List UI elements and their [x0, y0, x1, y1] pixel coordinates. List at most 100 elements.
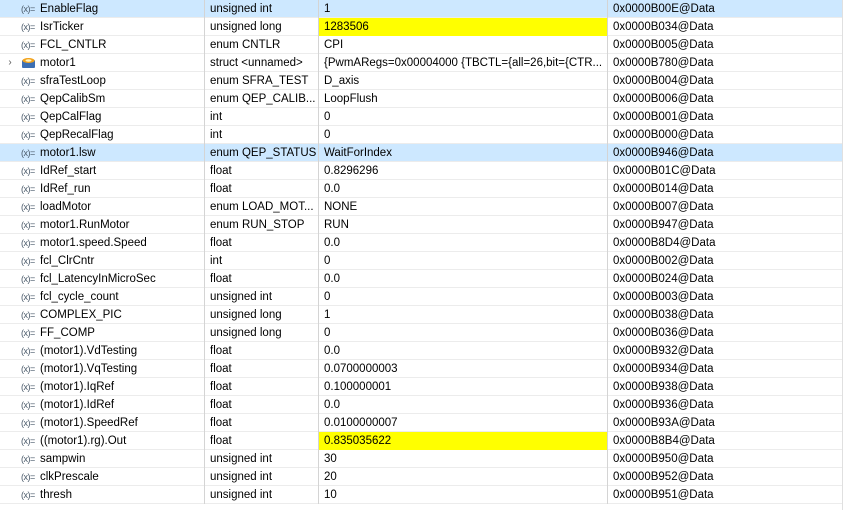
expression-value[interactable]: NONE: [319, 198, 607, 216]
expression-value-cell[interactable]: RUN: [319, 216, 608, 234]
expression-name-cell[interactable]: (x)= QepRecalFlag: [0, 126, 205, 144]
expression-row[interactable]: (x)= IdRef_start float 0.8296296 0x0000B01C@…: [0, 162, 843, 180]
expression-value-cell[interactable]: 1: [319, 306, 608, 324]
expression-value[interactable]: 0.835035622: [319, 432, 607, 450]
expression-value[interactable]: 0: [319, 288, 607, 306]
expression-value[interactable]: 0.0: [319, 180, 607, 198]
expression-value[interactable]: 0: [319, 126, 607, 144]
expression-name-cell[interactable]: (x)= IdRef_start: [0, 162, 205, 180]
expression-value[interactable]: WaitForIndex: [319, 144, 607, 162]
expression-name-cell[interactable]: (x)= COMPLEX_PIC: [0, 306, 205, 324]
expression-value[interactable]: 1283506: [319, 18, 607, 36]
expression-row[interactable]: (x)= motor1.speed.Speed float 0.0 0x0000B8D4…: [0, 234, 843, 252]
expression-value[interactable]: 0.0: [319, 396, 607, 414]
expression-name-cell[interactable]: (x)= thresh: [0, 486, 205, 504]
expression-row[interactable]: (x)= (motor1).IqRef float 0.100000001 0x0000…: [0, 378, 843, 396]
expression-name-cell[interactable]: (x)= QepCalFlag: [0, 108, 205, 126]
expression-name-cell[interactable]: (x)= (motor1).SpeedRef: [0, 414, 205, 432]
expression-name-cell[interactable]: (x)= clkPrescale: [0, 468, 205, 486]
expression-row[interactable]: (x)= FF_COMP unsigned long 0 0x0000B036@Data: [0, 324, 843, 342]
expression-value[interactable]: 0.0100000007: [319, 414, 607, 432]
expression-name-cell[interactable]: (x)= (motor1).IqRef: [0, 378, 205, 396]
expression-name-cell[interactable]: (x)= fcl_cycle_count: [0, 288, 205, 306]
expression-row[interactable]: (x)= clkPrescale unsigned int 20 0x0000B952@…: [0, 468, 843, 486]
expression-row[interactable]: (x)= fcl_LatencyInMicroSec float 0.0 0x0000B…: [0, 270, 843, 288]
expression-value[interactable]: 0.100000001: [319, 378, 607, 396]
expression-name-cell[interactable]: (x)= IsrTicker: [0, 18, 205, 36]
expression-value-cell[interactable]: 30: [319, 450, 608, 468]
expression-row[interactable]: (x)= thresh unsigned int 10 0x0000B951@Data: [0, 486, 843, 504]
expression-value[interactable]: {PwmARegs=0x00004000 {TBCTL={all=26,bit=…: [319, 54, 607, 72]
expression-value-cell[interactable]: 0.8296296: [319, 162, 608, 180]
expression-name-cell[interactable]: (x)= (motor1).VqTesting: [0, 360, 205, 378]
expression-value-cell[interactable]: 1: [319, 0, 608, 18]
expression-value-cell[interactable]: 0: [319, 108, 608, 126]
expression-name-cell[interactable]: (x)= FCL_CNTLR: [0, 36, 205, 54]
expression-row[interactable]: (x)= motor1.lsw enum QEP_STATUS WaitForInde…: [0, 144, 843, 162]
expression-row[interactable]: › motor1 struct <unnamed> {PwmARegs=0x00004…: [0, 54, 843, 72]
expression-name-cell[interactable]: (x)= loadMotor: [0, 198, 205, 216]
expression-name-cell[interactable]: (x)= sfraTestLoop: [0, 72, 205, 90]
expression-row[interactable]: (x)= ((motor1).rg).Out float 0.835035622 0x0…: [0, 432, 843, 450]
expression-row[interactable]: (x)= sfraTestLoop enum SFRA_TEST D_axis 0x00…: [0, 72, 843, 90]
expression-name-cell[interactable]: (x)= IdRef_run: [0, 180, 205, 198]
expression-value[interactable]: LoopFlush: [319, 90, 607, 108]
expression-value-cell[interactable]: 0: [319, 126, 608, 144]
expression-value-cell[interactable]: WaitForIndex: [319, 144, 608, 162]
expression-value[interactable]: 30: [319, 450, 607, 468]
expression-name-cell[interactable]: (x)= FF_COMP: [0, 324, 205, 342]
expression-name-cell[interactable]: (x)= ((motor1).rg).Out: [0, 432, 205, 450]
expression-name-cell[interactable]: (x)= fcl_LatencyInMicroSec: [0, 270, 205, 288]
expression-name-cell[interactable]: (x)= QepCalibSm: [0, 90, 205, 108]
expression-row[interactable]: (x)= (motor1).VdTesting float 0.0 0x0000B932…: [0, 342, 843, 360]
expression-row[interactable]: (x)= (motor1).IdRef float 0.0 0x0000B936@Dat…: [0, 396, 843, 414]
expression-name-cell[interactable]: › motor1: [0, 54, 205, 72]
expression-row[interactable]: (x)= (motor1).SpeedRef float 0.0100000007 0x…: [0, 414, 843, 432]
expression-value-cell[interactable]: 20: [319, 468, 608, 486]
expression-row[interactable]: (x)= motor1.RunMotor enum RUN_STOP RUN 0x000…: [0, 216, 843, 234]
expression-value-cell[interactable]: CPI: [319, 36, 608, 54]
expression-value-cell[interactable]: 0.0: [319, 396, 608, 414]
expression-name-cell[interactable]: (x)= (motor1).VdTesting: [0, 342, 205, 360]
expression-row[interactable]: (x)= (motor1).VqTesting float 0.0700000003 0…: [0, 360, 843, 378]
expression-value[interactable]: 0.0700000003: [319, 360, 607, 378]
expression-value[interactable]: 20: [319, 468, 607, 486]
expression-value[interactable]: CPI: [319, 36, 607, 54]
expression-name-cell[interactable]: (x)= motor1.RunMotor: [0, 216, 205, 234]
expression-value[interactable]: 1: [319, 306, 607, 324]
expression-row[interactable]: (x)= EnableFlag unsigned int 1 0x0000B00E@Da…: [0, 0, 843, 18]
expression-value-cell[interactable]: 0.0100000007: [319, 414, 608, 432]
expression-row[interactable]: (x)= QepCalFlag int 0 0x0000B001@Data: [0, 108, 843, 126]
expression-value[interactable]: D_axis: [319, 72, 607, 90]
expression-value[interactable]: 0.0: [319, 270, 607, 288]
expression-row[interactable]: (x)= QepCalibSm enum QEP_CALIB... LoopFlush…: [0, 90, 843, 108]
expression-value[interactable]: 0: [319, 324, 607, 342]
expression-value[interactable]: 0: [319, 252, 607, 270]
expression-value[interactable]: 10: [319, 486, 607, 504]
expression-value-cell[interactable]: 0: [319, 288, 608, 306]
expression-name-cell[interactable]: (x)= sampwin: [0, 450, 205, 468]
expression-value-cell[interactable]: 0.0700000003: [319, 360, 608, 378]
expression-row[interactable]: (x)= fcl_ClrCntr int 0 0x0000B002@Data: [0, 252, 843, 270]
expression-value-cell[interactable]: 0.0: [319, 180, 608, 198]
expression-name-cell[interactable]: (x)= EnableFlag: [0, 0, 205, 18]
expression-row[interactable]: (x)= IdRef_run float 0.0 0x0000B014@Data: [0, 180, 843, 198]
expression-name-cell[interactable]: (x)= (motor1).IdRef: [0, 396, 205, 414]
expression-value-cell[interactable]: 0.0: [319, 270, 608, 288]
expression-row[interactable]: (x)= FCL_CNTLR enum CNTLR CPI 0x0000B005@Dat…: [0, 36, 843, 54]
expression-name-cell[interactable]: (x)= motor1.lsw: [0, 144, 205, 162]
expression-row[interactable]: (x)= sampwin unsigned int 30 0x0000B950@Data: [0, 450, 843, 468]
expression-value[interactable]: 1: [319, 0, 607, 18]
expression-row[interactable]: (x)= fcl_cycle_count unsigned int 0 0x0000B0…: [0, 288, 843, 306]
expression-row[interactable]: (x)= QepRecalFlag int 0 0x0000B000@Data: [0, 126, 843, 144]
expression-value-cell[interactable]: {PwmARegs=0x00004000 {TBCTL={all=26,bit=…: [319, 54, 608, 72]
expression-name-cell[interactable]: (x)= fcl_ClrCntr: [0, 252, 205, 270]
expression-value-cell[interactable]: D_axis: [319, 72, 608, 90]
expression-value-cell[interactable]: NONE: [319, 198, 608, 216]
expression-value[interactable]: 0.0: [319, 234, 607, 252]
expression-value-cell[interactable]: 0.100000001: [319, 378, 608, 396]
expression-value[interactable]: 0.0: [319, 342, 607, 360]
expression-value-cell[interactable]: 1283506: [319, 18, 608, 36]
expression-value-cell[interactable]: 0.0: [319, 342, 608, 360]
expression-value-cell[interactable]: LoopFlush: [319, 90, 608, 108]
